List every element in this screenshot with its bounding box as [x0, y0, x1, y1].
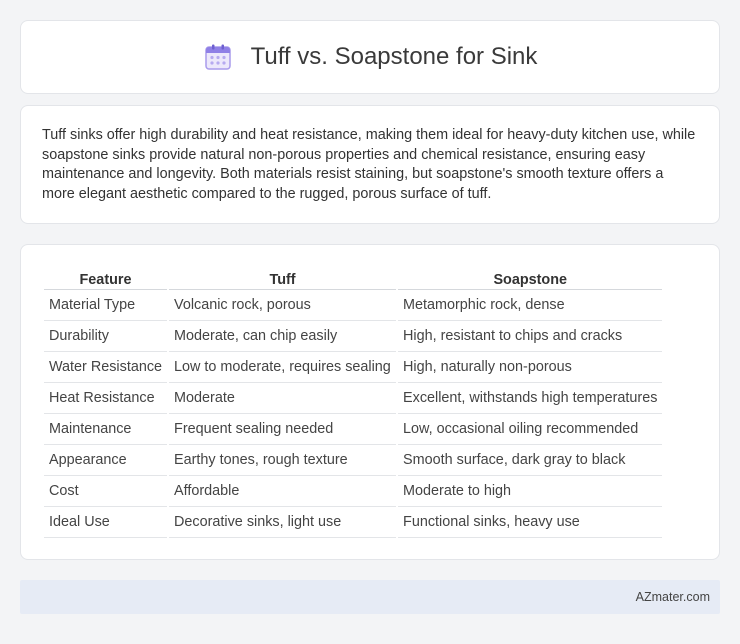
table-row: Cost Affordable Moderate to high — [44, 476, 663, 507]
summary-text: Tuff sinks offer high durability and hea… — [42, 127, 696, 202]
tuff-cell: Earthy tones, rough texture — [169, 445, 397, 476]
soapstone-cell: Smooth surface, dark gray to black — [398, 445, 663, 476]
header-soapstone: Soapstone — [398, 266, 663, 290]
feature-cell: Appearance — [44, 445, 168, 476]
feature-cell: Cost — [44, 476, 168, 507]
header-card: Tuff vs. Soapstone for Sink — [20, 20, 720, 94]
page-title: Tuff vs. Soapstone for Sink — [250, 43, 538, 70]
comparison-table-card: Feature Tuff Soapstone Material Type Vol… — [20, 244, 720, 560]
feature-cell: Heat Resistance — [44, 383, 168, 414]
summary-card: Tuff sinks offer high durability and hea… — [20, 105, 720, 224]
table-row: Material Type Volcanic rock, porous Meta… — [44, 290, 663, 321]
soapstone-cell: High, naturally non-porous — [398, 352, 663, 383]
tuff-cell: Low to moderate, requires sealing — [169, 352, 397, 383]
soapstone-cell: Low, occasional oiling recommended — [398, 414, 663, 445]
title-wrap: Tuff vs. Soapstone for Sink — [203, 43, 538, 71]
tuff-cell: Decorative sinks, light use — [169, 507, 397, 538]
footer-site-link[interactable]: AZmater.com — [636, 590, 710, 604]
header-feature: Feature — [44, 266, 168, 290]
table-row: Maintenance Frequent sealing needed Low,… — [44, 414, 663, 445]
soapstone-cell: Metamorphic rock, dense — [398, 290, 663, 321]
table-row: Ideal Use Decorative sinks, light use Fu… — [44, 507, 663, 538]
soapstone-cell: Excellent, withstands high temperatures — [398, 383, 663, 414]
calendar-icon — [203, 43, 233, 71]
table-row: Appearance Earthy tones, rough texture S… — [44, 445, 663, 476]
feature-cell: Material Type — [44, 290, 168, 321]
tuff-cell: Moderate, can chip easily — [169, 321, 397, 352]
soapstone-cell: High, resistant to chips and cracks — [398, 321, 663, 352]
footer: AZmater.com — [20, 580, 720, 614]
table-row: Durability Moderate, can chip easily Hig… — [44, 321, 663, 352]
tuff-cell: Affordable — [169, 476, 397, 507]
table-header-row: Feature Tuff Soapstone — [44, 266, 663, 290]
feature-cell: Ideal Use — [44, 507, 168, 538]
comparison-table: Feature Tuff Soapstone Material Type Vol… — [42, 266, 664, 538]
feature-cell: Maintenance — [44, 414, 168, 445]
table-row: Heat Resistance Moderate Excellent, with… — [44, 383, 663, 414]
header-tuff: Tuff — [169, 266, 397, 290]
tuff-cell: Frequent sealing needed — [169, 414, 397, 445]
feature-cell: Durability — [44, 321, 168, 352]
table-row: Water Resistance Low to moderate, requir… — [44, 352, 663, 383]
tuff-cell: Volcanic rock, porous — [169, 290, 397, 321]
tuff-cell: Moderate — [169, 383, 397, 414]
soapstone-cell: Functional sinks, heavy use — [398, 507, 663, 538]
feature-cell: Water Resistance — [44, 352, 168, 383]
soapstone-cell: Moderate to high — [398, 476, 663, 507]
